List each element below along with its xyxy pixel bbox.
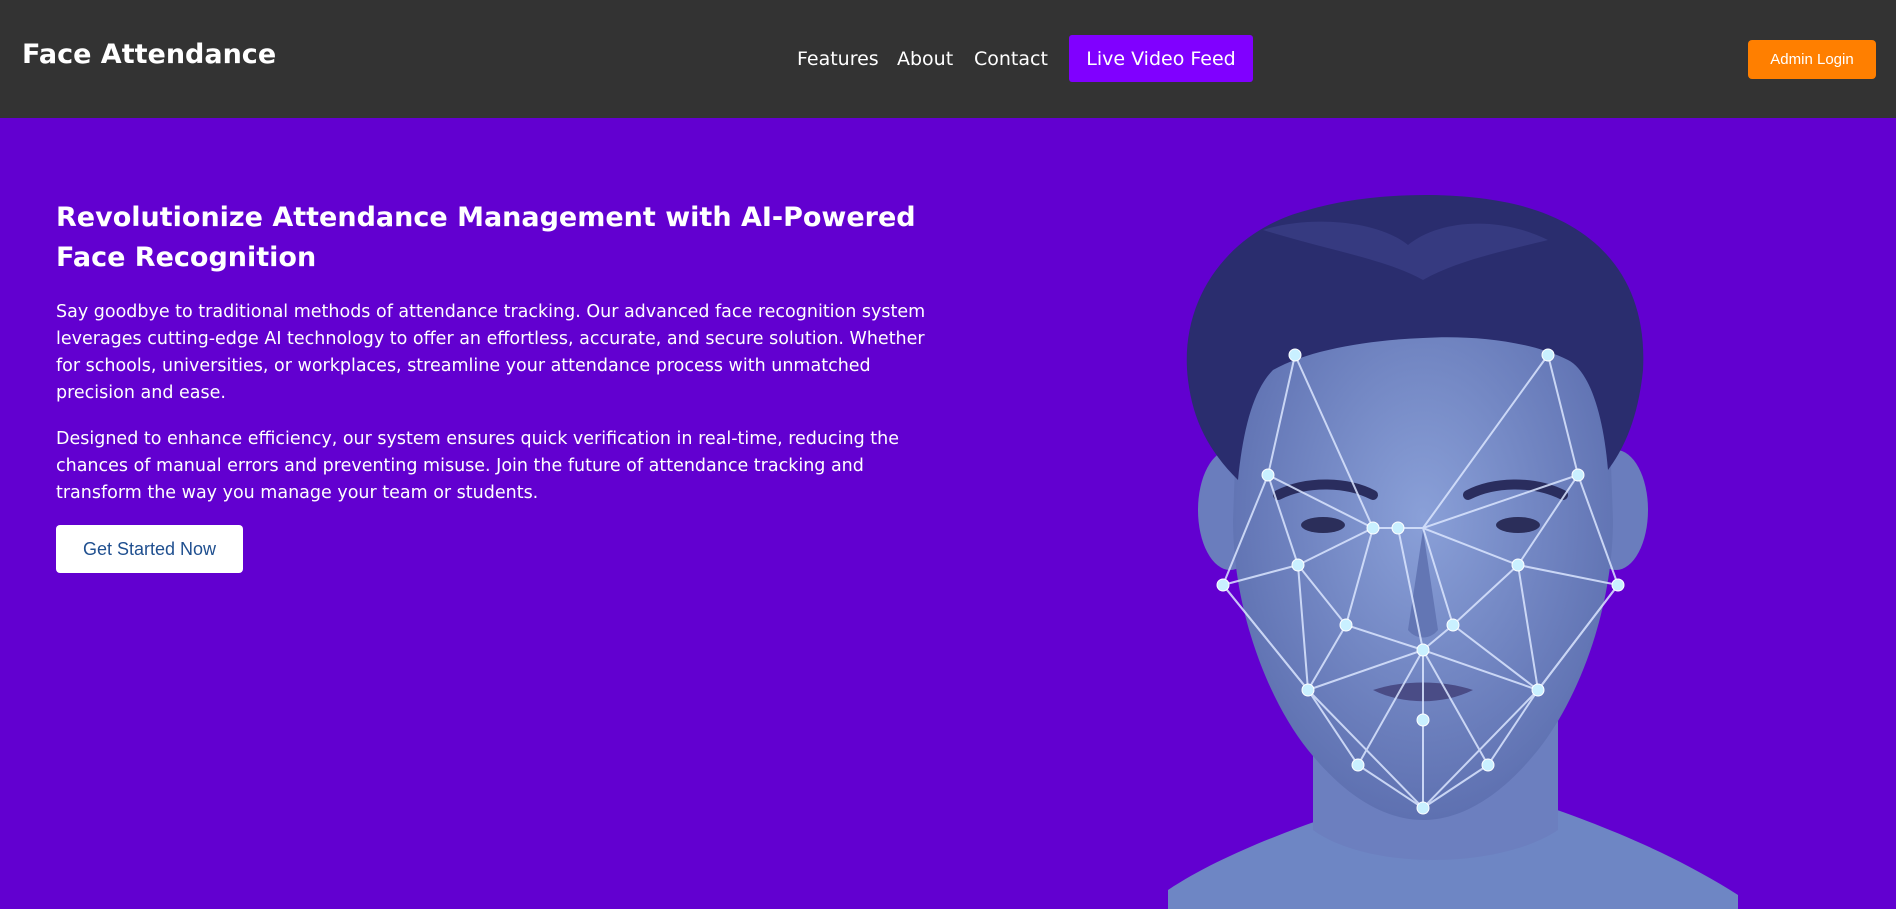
nav-link-about[interactable]: About — [897, 48, 953, 70]
hero-section: Revolutionize Attendance Management with… — [0, 118, 1896, 909]
navbar: Face Attendance Features About Contact L… — [0, 0, 1896, 118]
face-recognition-image — [1168, 190, 1738, 909]
nav-link-contact[interactable]: Contact — [974, 48, 1048, 70]
admin-login-button[interactable]: Admin Login — [1748, 40, 1876, 79]
hero-paragraph-details: Designed to enhance efficiency, our syst… — [56, 429, 899, 503]
hero-title: Revolutionize Attendance Management with… — [56, 202, 916, 273]
get-started-button[interactable]: Get Started Now — [56, 525, 243, 573]
live-video-feed-button[interactable]: Live Video Feed — [1069, 35, 1253, 82]
nav-link-features[interactable]: Features — [797, 48, 879, 70]
hero-paragraph-intro: Say goodbye to traditional methods of at… — [56, 302, 926, 403]
brand-logo[interactable]: Face Attendance — [22, 39, 276, 70]
face-mesh-illustration — [1168, 194, 1738, 909]
